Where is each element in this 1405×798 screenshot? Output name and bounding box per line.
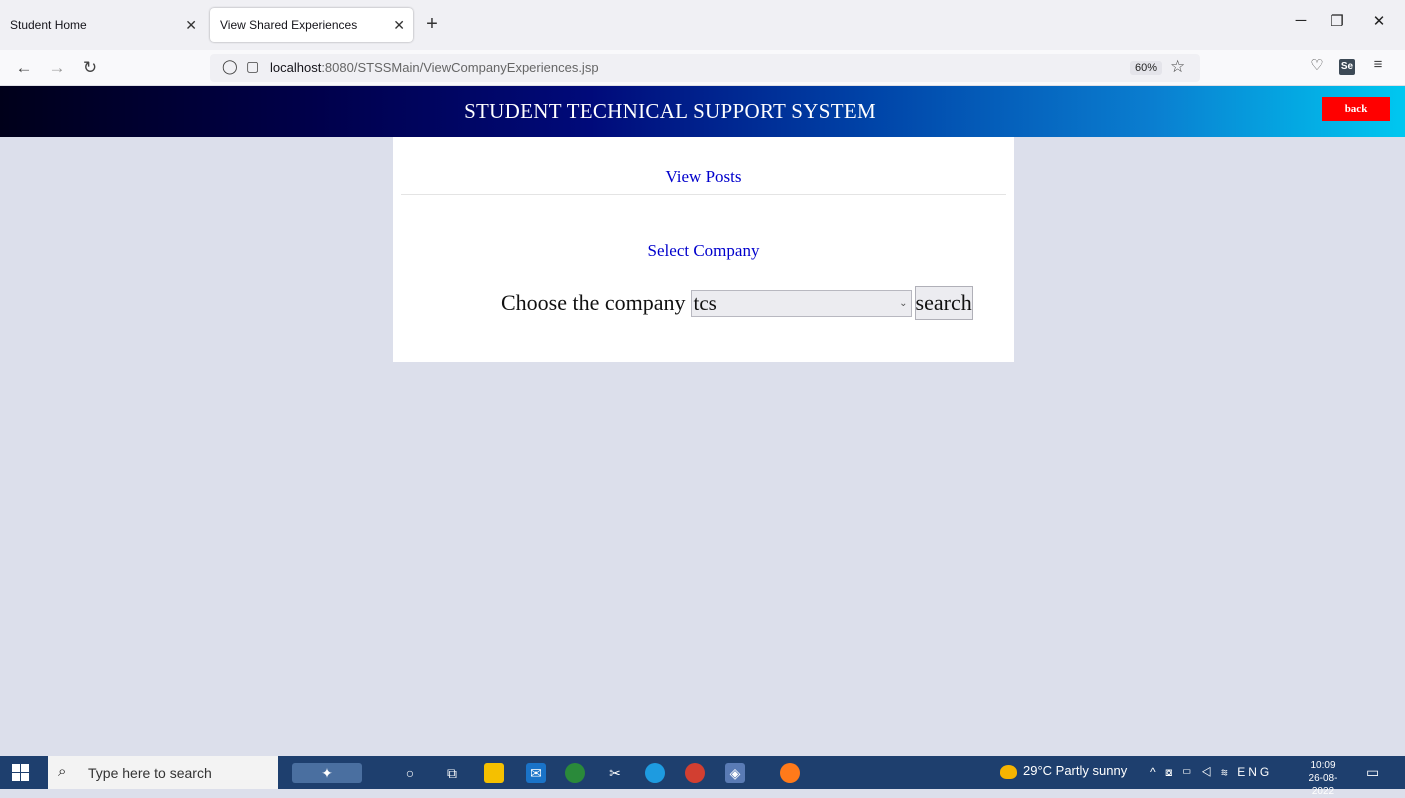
- company-label: Choose the company: [501, 290, 686, 315]
- mail-icon[interactable]: ✉: [526, 763, 546, 783]
- cortana-icon[interactable]: ○: [400, 763, 420, 783]
- address-bar[interactable]: ◯ ▢ localhost:8080/STSSMain/ViewCompanyE…: [210, 54, 1200, 82]
- clock[interactable]: 10:09 26-08-2022: [1298, 759, 1348, 798]
- clock-date: 26-08-2022: [1308, 773, 1338, 797]
- taskbar-search-placeholder: Type here to search: [88, 765, 212, 781]
- divider: [401, 194, 1006, 195]
- widgets-illustration-icon[interactable]: ✦: [292, 763, 362, 783]
- url-path: :8080/STSSMain/ViewCompanyExperiences.js…: [321, 60, 599, 75]
- zoom-level[interactable]: 60%: [1130, 61, 1163, 75]
- virtualbox-icon[interactable]: ◈: [725, 763, 745, 783]
- task-view-icon[interactable]: ⧉: [442, 763, 462, 783]
- page-icon: ▢: [246, 58, 260, 74]
- pocket-icon[interactable]: ♡: [1306, 56, 1328, 74]
- company-form: Choose the company tcs ⌄ search: [501, 286, 973, 320]
- chrome-icon[interactable]: [565, 763, 585, 783]
- chevron-down-icon: ⌄: [899, 297, 908, 309]
- navigation-bar: ← → ↻ ◯ ▢ localhost:8080/STSSMain/ViewCo…: [0, 50, 1405, 86]
- tab-strip: Student Home ✕ View Shared Experiences ✕…: [0, 0, 1405, 50]
- chrome-profile-icon[interactable]: [685, 763, 705, 783]
- menu-icon[interactable]: ≡: [1367, 56, 1389, 73]
- close-icon[interactable]: ✕: [185, 17, 197, 34]
- file-explorer-icon[interactable]: [484, 763, 504, 783]
- minimize-icon[interactable]: ─: [1286, 12, 1316, 29]
- tab-student-home[interactable]: Student Home ✕: [0, 8, 205, 42]
- back-button[interactable]: back: [1322, 97, 1390, 121]
- taskbar-search[interactable]: ⌕ Type here to search: [48, 756, 278, 789]
- windows-start-icon[interactable]: [12, 764, 29, 781]
- site-title: STUDENT TECHNICAL SUPPORT SYSTEM: [464, 99, 876, 123]
- url-host: localhost: [270, 60, 322, 75]
- notifications-icon[interactable]: ▭: [1366, 764, 1379, 781]
- tab-label: Student Home: [10, 18, 87, 32]
- window-close-icon[interactable]: ✕: [1364, 12, 1394, 30]
- language-indicator[interactable]: ENG: [1237, 765, 1272, 779]
- search-button[interactable]: search: [914, 286, 973, 320]
- reload-icon[interactable]: ↻: [78, 56, 102, 80]
- taskbar: ⌕ Type here to search ✦ ○ ⧉ ✉ ✂ ◈ 29°C P…: [0, 756, 1405, 797]
- new-tab-icon[interactable]: +: [420, 12, 444, 36]
- weather-sun-icon: [1000, 764, 1017, 779]
- url-text: localhost:8080/STSSMain/ViewCompanyExper…: [270, 60, 599, 75]
- system-tray[interactable]: ^ ⧇ ▭ ◁ ≋ ENG: [1150, 765, 1272, 780]
- firefox-icon[interactable]: [780, 763, 800, 783]
- restore-icon[interactable]: ❐: [1322, 12, 1352, 30]
- bookmark-star-icon[interactable]: ☆: [1170, 57, 1185, 77]
- forward-arrow-icon[interactable]: →: [45, 56, 69, 80]
- tab-view-shared-experiences[interactable]: View Shared Experiences ✕: [210, 8, 413, 42]
- posts-card: View Posts Select Company Choose the com…: [393, 137, 1014, 362]
- search-icon: ⌕: [58, 763, 67, 780]
- back-arrow-icon[interactable]: ←: [12, 56, 36, 80]
- card-title: View Posts: [665, 167, 742, 186]
- selenium-extension-icon[interactable]: Se: [1336, 56, 1358, 75]
- clock-time: 10:09: [1310, 760, 1336, 771]
- site-header: STUDENT TECHNICAL SUPPORT SYSTEM back: [0, 86, 1405, 137]
- close-icon[interactable]: ✕: [393, 17, 405, 34]
- weather-widget[interactable]: 29°C Partly sunny: [1000, 763, 1127, 779]
- company-select[interactable]: tcs ⌄: [690, 289, 912, 317]
- section-title: Select Company: [647, 241, 760, 260]
- edge-icon[interactable]: [645, 763, 665, 783]
- shield-icon: ◯: [222, 58, 238, 74]
- selected-company: tcs: [693, 290, 717, 315]
- tab-label: View Shared Experiences: [220, 18, 358, 32]
- snipping-tool-icon[interactable]: ✂: [605, 763, 625, 783]
- page-body: STUDENT TECHNICAL SUPPORT SYSTEM back Vi…: [0, 86, 1405, 756]
- weather-text: 29°C Partly sunny: [1023, 763, 1128, 778]
